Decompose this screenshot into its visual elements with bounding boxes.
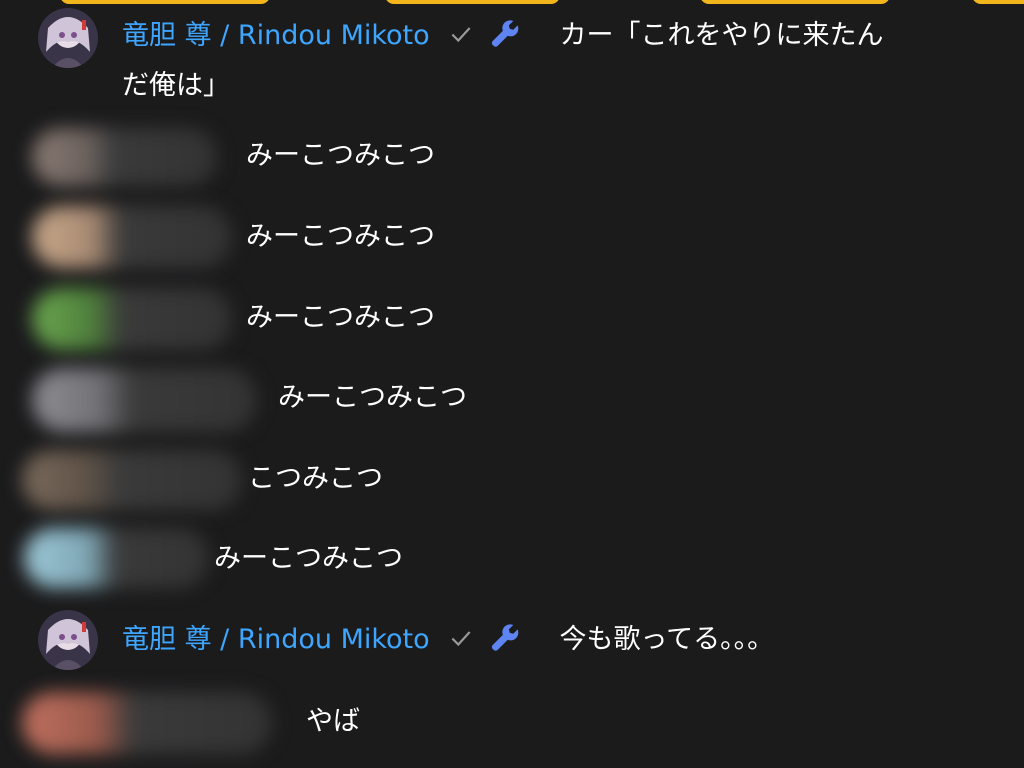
message-text: やば	[306, 706, 360, 737]
top-chip[interactable]	[972, 0, 1024, 4]
message-text: みーこつみこつ	[246, 140, 435, 171]
blurred-author	[32, 206, 232, 268]
check-icon	[451, 631, 471, 647]
check-icon	[451, 27, 471, 43]
top-chip[interactable]	[385, 0, 560, 4]
blurred-author	[22, 692, 272, 754]
avatar[interactable]	[38, 610, 98, 670]
blurred-author	[24, 528, 209, 588]
author-name[interactable]: 竜胆 尊 / Rindou Mikoto	[122, 624, 430, 655]
blurred-author	[32, 288, 232, 350]
avatar[interactable]	[38, 8, 98, 68]
wrench-icon	[491, 20, 519, 47]
message-text-continued: だ俺は」	[122, 70, 230, 101]
message-text: カー「これをやりに来たん	[559, 20, 884, 51]
live-chat-panel: 竜胆 尊 / Rindou Mikoto カー「これをやりに来たん だ俺は」 み…	[0, 0, 1024, 768]
top-chip[interactable]	[60, 0, 270, 4]
message-text: みーこつみこつ	[214, 543, 403, 574]
wrench-icon	[491, 624, 519, 651]
message-text: みーこつみこつ	[278, 382, 467, 413]
author-name[interactable]: 竜胆 尊 / Rindou Mikoto	[122, 20, 430, 51]
message-text: 今も歌ってる。。。	[559, 624, 775, 655]
blurred-author	[22, 450, 242, 510]
blurred-author	[32, 368, 257, 432]
blurred-author	[32, 128, 217, 186]
top-chip[interactable]	[700, 0, 890, 4]
message-text: みーこつみこつ	[246, 302, 435, 333]
message-text: みーこつみこつ	[246, 221, 435, 252]
message-text: こつみこつ	[248, 463, 383, 494]
